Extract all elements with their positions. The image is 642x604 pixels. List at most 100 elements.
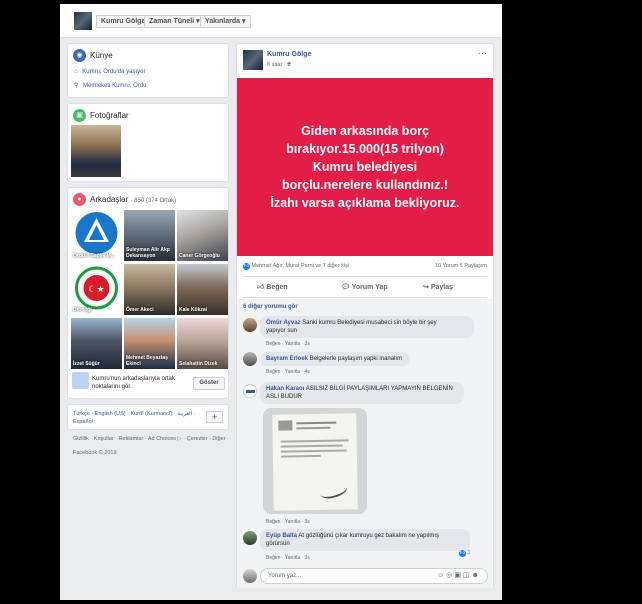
comment-text-cont: görürsün xyxy=(266,541,290,547)
comment-text-cont: yapıyor sun xyxy=(266,328,298,334)
post-author[interactable]: Kumru Gölge xyxy=(267,51,311,58)
globe-icon: 🌐︎ xyxy=(286,62,292,68)
view-more-comments[interactable]: 6 diğer yorumu gör xyxy=(243,304,298,310)
document-line xyxy=(296,426,331,430)
friend-name: Derneği xyxy=(73,307,92,313)
post-line: Kumru belediyesi xyxy=(312,160,418,174)
intro-title: Künye xyxy=(90,51,113,60)
friend-tile[interactable]: ☾★ Derneği xyxy=(71,264,122,315)
comment-bubble: Bayram Erloek Belgelerle paylaşım yapki … xyxy=(260,352,410,366)
share-icon: ↪ xyxy=(423,284,429,291)
friends-title[interactable]: Arkadaşlar · 850 (374 Ortak) xyxy=(90,195,176,204)
author-avatar[interactable] xyxy=(243,50,263,70)
post-timestamp[interactable]: 8 saat · 🌐︎ xyxy=(267,62,291,69)
signature-mark xyxy=(318,480,349,502)
comment-text: ASILSIZ BİLGİ PAYLAŞIMLARI YAPMAYIN BELG… xyxy=(305,386,453,392)
comment-text: Sanki kumru Belediyesi musabeci sin böyl… xyxy=(302,320,437,326)
comment-button[interactable]: 💬︎ Yorum Yap xyxy=(341,277,388,299)
add-language-button[interactable]: + xyxy=(206,411,223,423)
post-line: Giden arkasında borç xyxy=(301,124,429,138)
profile-thumbnail[interactable] xyxy=(74,12,92,30)
comment-bubble: Eyüp Balta At gözlüğünü çıkar kumruyu ge… xyxy=(260,529,470,551)
my-avatar xyxy=(243,569,257,583)
timeline-tab[interactable]: Zaman Tüneli ▾ xyxy=(144,15,205,28)
friend-tile[interactable]: İzzet Süğür xyxy=(71,318,122,369)
post-line: borçlu.nerelere kullandınız.! xyxy=(281,178,448,192)
attached-document-image[interactable] xyxy=(263,408,367,514)
commenter-name[interactable]: Hakan Karaoı xyxy=(266,386,304,392)
comment-text: Belgelerle paylaşım yapki inanalım xyxy=(309,356,403,362)
comment-input[interactable]: Yorum yaz... ☺◎▣◫☻ xyxy=(260,568,488,584)
commenter-name[interactable]: Eyüp Balta xyxy=(266,533,297,539)
hometown-text[interactable]: Memleketi Kumru, Ordu xyxy=(83,83,146,89)
globe-icon: ◉ xyxy=(73,49,86,62)
friend-name: Selahattin Dizek xyxy=(179,361,218,367)
share-button[interactable]: ↪ Paylaş xyxy=(423,277,453,299)
commenter-avatar[interactable] xyxy=(243,384,257,398)
footer-links[interactable]: Gizlilik · Koşullar · Reklamlar · Ad Cho… xyxy=(73,435,229,443)
like-reaction-icon: 👍︎ xyxy=(459,550,466,557)
comment-actions[interactable]: Beğen · Yanıtla · 4s xyxy=(266,369,310,375)
post-counts[interactable]: 10 Yorum 5 Paylaşım xyxy=(435,263,487,269)
like-reaction-icon: 👍︎ xyxy=(243,263,250,270)
post-line: İzahı varsa açıklama bekliyoruz. xyxy=(270,196,460,210)
friend-name: Suleyman Alir Akp Dekansayon xyxy=(126,247,170,259)
document-line xyxy=(280,444,343,448)
comment-actions[interactable]: Beğen · Yanıtla · 3s xyxy=(266,555,310,561)
facebook-profile-page: Kumru Gölge Zaman Tüneli ▾ Yakınlarda ▾ … xyxy=(60,4,502,600)
document-line xyxy=(280,449,347,453)
commenter-avatar[interactable] xyxy=(243,531,257,545)
photos-card: ▣ Fotoğraflar xyxy=(67,103,229,182)
mutual-friends-text: Kumru'nun arkadaşlarıyla ortak noktaları… xyxy=(92,376,175,390)
friend-tile[interactable]: Kale Kökzai xyxy=(177,264,228,315)
comment-like-count[interactable]: 👍︎ 1 xyxy=(459,550,471,557)
show-mutual-button[interactable]: Göster xyxy=(193,377,225,390)
post-line: bırakıyor.15.000(15 trilyon) xyxy=(286,142,444,156)
friend-tile[interactable]: Ordu İl Sağlık M... xyxy=(71,210,122,261)
comment-attachment-icons[interactable]: ☺◎▣◫☻ xyxy=(437,571,481,579)
mutual-friends-icon xyxy=(72,372,89,389)
friend-tile[interactable]: Ömer Akeci xyxy=(124,264,175,315)
profile-name-tab[interactable]: Kumru Gölge xyxy=(96,15,151,28)
comment-actions[interactable]: Beğen · Yanıtla · 3s xyxy=(266,519,310,525)
friend-name: Kale Kökzai xyxy=(179,307,208,313)
document-page xyxy=(272,413,358,511)
commenter-name[interactable]: Ömür Ayvaz xyxy=(266,320,301,326)
friend-tile[interactable]: Selahattin Dizek xyxy=(177,318,228,369)
svg-text:☾★: ☾★ xyxy=(88,285,104,295)
document-line xyxy=(280,454,321,458)
lives-in-text[interactable]: Kumru, Ordu'da yaşıyor xyxy=(82,69,145,75)
friend-tile[interactable]: Caner Görgeoğlu xyxy=(177,210,228,261)
post-text: Giden arkasında borç bırakıyor.15.000(15… xyxy=(271,122,460,212)
friend-name: Caner Görgeoğlu xyxy=(179,253,220,259)
document-line xyxy=(296,421,337,425)
profile-photo-thumbnail[interactable] xyxy=(71,125,121,177)
friend-tile[interactable]: Mehmet Beyaztaş Ekinci xyxy=(124,318,175,369)
thumbs-up-icon: 👍︎ xyxy=(257,284,265,291)
post-card: Kumru Gölge 8 saat · 🌐︎ ··· Giden arkası… xyxy=(236,43,494,588)
commenter-avatar[interactable] xyxy=(243,318,257,332)
friend-name: İzzet Süğür xyxy=(73,361,100,367)
post-options-button[interactable]: ··· xyxy=(478,48,487,58)
language-list[interactable]: Türkçe · English (US) · Kurdî (Kurmancî)… xyxy=(73,410,198,426)
friend-tile[interactable]: Suleyman Alir Akp Dekansayon xyxy=(124,210,175,261)
friend-name: Ömer Akeci xyxy=(126,307,154,313)
home-icon: ⌂ xyxy=(74,69,78,75)
languages-card: Türkçe · English (US) · Kurdî (Kurmancî)… xyxy=(67,404,229,430)
hometown-row: ⚲ Memleketi Kumru, Ordu xyxy=(74,82,146,89)
photo-icon: ▣ xyxy=(73,109,86,122)
friend-name: Ordu İl Sağlık M... xyxy=(73,253,115,259)
nearby-tab[interactable]: Yakınlarda ▾ xyxy=(200,15,251,28)
avatar-logo-icon xyxy=(246,390,255,393)
footer-copyright: Facebook © 2019 xyxy=(73,450,117,456)
reaction-summary[interactable]: 👍︎ Mehmet Ağır, Murat Perni ve 7 diğer k… xyxy=(243,263,349,270)
comment-actions[interactable]: Beğen · Yanıtla · 3s xyxy=(266,341,310,347)
commenter-name[interactable]: Bayram Erloek xyxy=(266,356,308,362)
friends-icon: ● xyxy=(73,193,86,206)
photos-title[interactable]: Fotoğraflar xyxy=(90,111,129,120)
chevron-down-icon: ▾ xyxy=(241,18,246,25)
commenter-avatar[interactable] xyxy=(243,352,257,366)
profile-top-bar: Kumru Gölge Zaman Tüneli ▾ Yakınlarda ▾ xyxy=(60,4,502,38)
comment-text-cont: ASLI BUDUR xyxy=(266,394,303,400)
like-button[interactable]: 👍︎ Beğen xyxy=(257,277,288,299)
